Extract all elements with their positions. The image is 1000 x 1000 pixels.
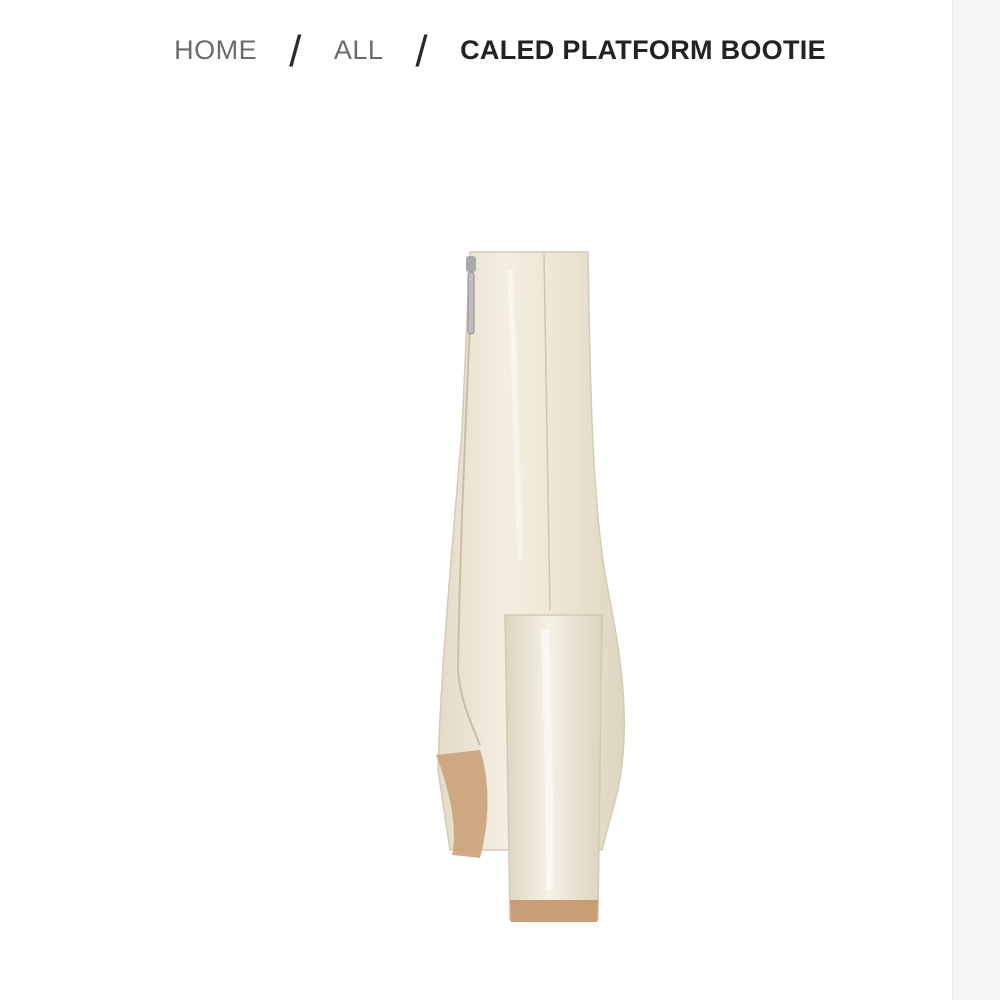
breadcrumb-current-product: CALED PLATFORM BOOTIE [460, 34, 826, 65]
breadcrumb-separator: / [415, 27, 429, 76]
breadcrumb-separator: / [289, 27, 302, 76]
breadcrumb: HOME / ALL / CALED PLATFORM BOOTIE [0, 27, 1000, 76]
product-image[interactable] [340, 230, 660, 950]
product-page: HOME / ALL / CALED PLATFORM BOOTIE [0, 0, 952, 1000]
breadcrumb-all-link[interactable]: ALL [332, 35, 386, 66]
scrollbar-track[interactable] [952, 0, 1000, 1000]
breadcrumb-home-link[interactable]: HOME [172, 35, 259, 66]
boot-image [436, 251, 626, 922]
